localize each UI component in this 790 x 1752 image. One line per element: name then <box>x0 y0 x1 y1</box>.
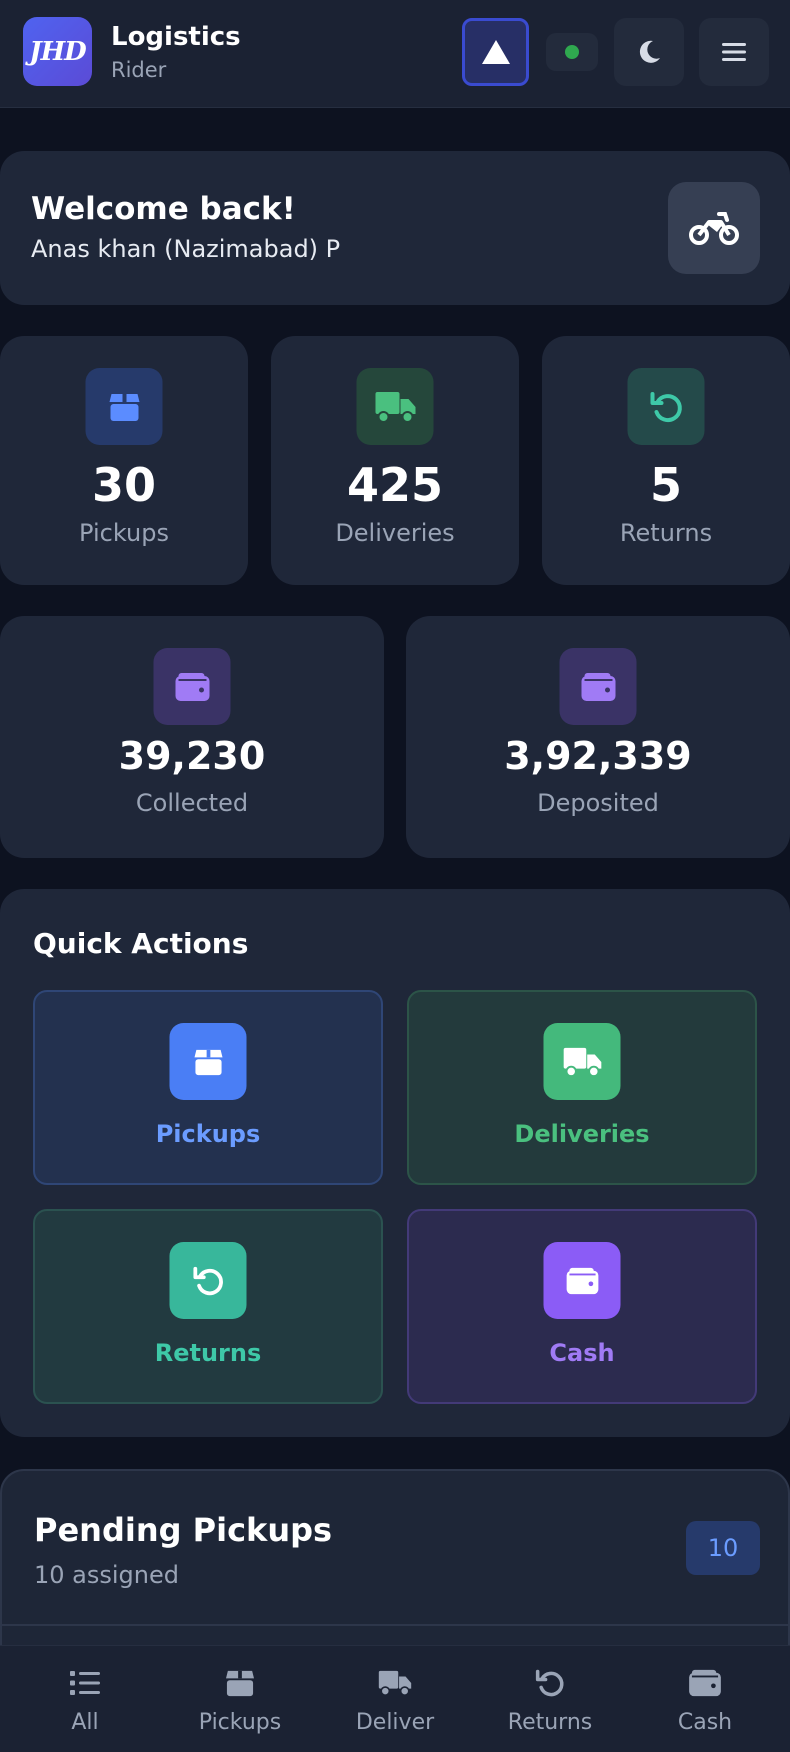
cash-label-deposited: Deposited <box>537 789 659 817</box>
undo-icon <box>650 391 682 422</box>
cash-value-collected: 39,230 <box>118 734 266 778</box>
quick-actions-title: Quick Actions <box>33 927 249 960</box>
quick-action-label: Returns <box>154 1339 262 1367</box>
nav-item-cash[interactable]: Cash <box>626 1646 784 1752</box>
box-icon <box>109 393 139 421</box>
wallet-icon <box>581 672 615 701</box>
nav-item-deliver[interactable]: Deliver <box>316 1646 474 1752</box>
undo-icon <box>192 1266 223 1295</box>
stat-card-pickups[interactable]: 30 Pickups <box>0 336 248 585</box>
truck-icon <box>375 391 415 423</box>
stat-icon-box <box>559 648 637 725</box>
stat-label-pickups: Pickups <box>79 519 169 547</box>
app-header: JHD Logistics Rider <box>0 0 790 108</box>
wallet-icon <box>688 1668 722 1698</box>
theme-toggle-button[interactable] <box>614 18 684 86</box>
stat-card-returns[interactable]: 5 Returns <box>542 336 790 585</box>
cash-value-deposited: 3,92,339 <box>504 734 692 778</box>
truck-icon <box>563 1047 601 1077</box>
pending-pickups-title: Pending Pickups <box>34 1511 333 1549</box>
triangle-up-icon <box>481 40 510 64</box>
nav-label: Cash <box>677 1710 733 1735</box>
stat-label-deliveries: Deliveries <box>335 519 455 547</box>
motorcycle-badge <box>668 182 760 274</box>
online-status-indicator <box>546 33 598 71</box>
nav-label: All <box>71 1710 99 1735</box>
cash-card-collected[interactable]: 39,230 Collected <box>0 616 384 858</box>
qa-icon-box <box>169 1023 247 1100</box>
motorcycle-icon <box>689 212 739 245</box>
box-icon <box>194 1049 222 1075</box>
quick-action-label: Pickups <box>155 1120 261 1148</box>
stat-icon-box <box>627 368 705 445</box>
nav-item-pickups[interactable]: Pickups <box>161 1646 319 1752</box>
quick-actions-panel: Quick Actions Pickups Deliveries Returns… <box>0 889 790 1437</box>
qa-icon-box <box>543 1242 621 1319</box>
quick-action-deliveries[interactable]: Deliveries <box>407 990 757 1185</box>
box-icon <box>223 1668 257 1698</box>
nav-label: Returns <box>507 1710 593 1735</box>
stat-icon-box <box>153 648 231 725</box>
list-icon <box>68 1668 102 1698</box>
app-logo[interactable]: JHD <box>23 17 92 86</box>
truck-icon <box>378 1668 412 1698</box>
stat-value-returns: 5 <box>649 458 682 512</box>
app-subtitle: Rider <box>111 58 167 82</box>
logo-text: JHD <box>29 36 86 67</box>
stat-value-deliveries: 425 <box>346 458 444 512</box>
pending-pickups-subtitle: 10 assigned <box>34 1561 179 1589</box>
welcome-title: Welcome back! <box>31 191 296 227</box>
status-dot <box>565 45 579 59</box>
nav-label: Deliver <box>355 1710 435 1735</box>
stat-card-deliveries[interactable]: 425 Deliveries <box>271 336 519 585</box>
moon-icon <box>639 40 660 63</box>
app-title: Logistics <box>111 22 241 52</box>
quick-action-cash[interactable]: Cash <box>407 1209 757 1404</box>
undo-icon <box>533 1668 567 1698</box>
qa-icon-box <box>543 1023 621 1100</box>
quick-action-pickups[interactable]: Pickups <box>33 990 383 1185</box>
hamburger-icon <box>722 43 746 61</box>
nav-item-all[interactable]: All <box>6 1646 164 1752</box>
nav-item-returns[interactable]: Returns <box>471 1646 629 1752</box>
quick-action-returns[interactable]: Returns <box>33 1209 383 1404</box>
quick-action-label: Deliveries <box>514 1120 650 1148</box>
nav-label: Pickups <box>198 1710 282 1735</box>
divider <box>2 1624 788 1626</box>
quick-action-label: Cash <box>549 1339 615 1367</box>
welcome-card: Welcome back! Anas khan (Nazimabad) P <box>0 151 790 305</box>
stat-label-returns: Returns <box>619 519 713 547</box>
stat-icon-box <box>356 368 434 445</box>
rider-name: Anas khan (Nazimabad) P <box>31 235 341 263</box>
pending-count-badge: 10 <box>686 1521 760 1575</box>
stat-icon-box <box>85 368 163 445</box>
bottom-navigation: All Pickups Deliver Returns Cash <box>0 1645 790 1752</box>
alert-button[interactable] <box>462 18 529 86</box>
stat-value-pickups: 30 <box>91 458 156 512</box>
cash-label-collected: Collected <box>135 789 249 817</box>
wallet-icon <box>566 1267 598 1294</box>
wallet-icon <box>175 672 209 701</box>
cash-card-deposited[interactable]: 3,92,339 Deposited <box>406 616 790 858</box>
menu-button[interactable] <box>699 18 769 86</box>
qa-icon-box <box>169 1242 247 1319</box>
